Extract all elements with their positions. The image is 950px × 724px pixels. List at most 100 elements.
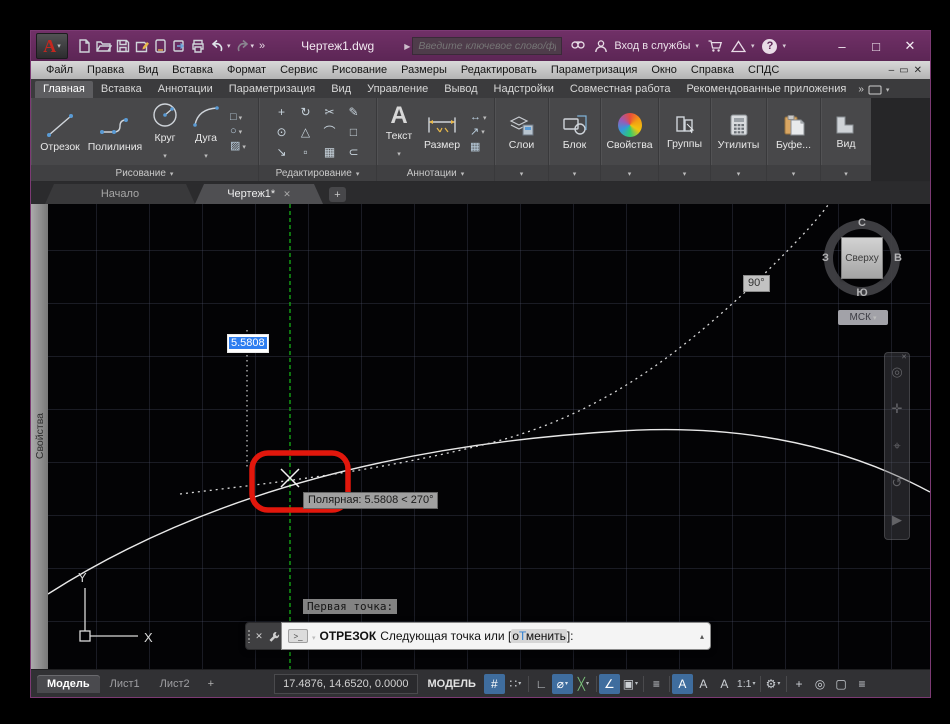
ribbon-tab-featured[interactable]: Рекомендованные приложения [679,81,855,98]
otrack-toggle[interactable]: ∠ [599,674,620,694]
array-button[interactable]: ▦ [324,145,335,159]
osnap-toggle[interactable]: ╳▾ [573,674,594,694]
command-input[interactable]: >_ ОТРЕЗОК Следующая точка или [оТменить… [281,622,711,650]
new-layout-button[interactable]: + [200,678,222,690]
mdi-minimize-button[interactable]: – [889,65,895,76]
circle-button[interactable]: Круг [145,101,185,163]
layout-tab-model[interactable]: Модель [37,675,100,693]
menu-modify[interactable]: Редактировать [454,64,544,76]
history-expand-icon[interactable]: ▴ [700,632,704,641]
ribbon-tab-parametric[interactable]: Параметризация [221,81,323,98]
panel-properties-caption[interactable] [601,165,658,181]
exchange-cart-icon[interactable] [707,39,723,53]
command-dropdown-icon[interactable] [312,629,316,643]
mdi-restore-button[interactable]: ▭ [899,65,908,76]
maximize-button[interactable]: □ [861,39,891,54]
clean-screen-button[interactable]: ▢ [831,674,852,694]
trim-button[interactable]: ✂ [324,105,334,119]
panel-annotation-caption[interactable]: Аннотации [377,165,494,181]
copy-button[interactable]: ⊙ [276,125,286,139]
signin-label[interactable]: Вход в службы [614,40,690,52]
annotation-monitor-toggle[interactable]: + [789,674,810,694]
selection-cycling-toggle[interactable]: ▣▾ [620,674,641,694]
hatch-button[interactable]: ▨ [230,139,246,152]
model-space-label[interactable]: МОДЕЛЬ [428,678,476,690]
ribbon-tab-home[interactable]: Главная [35,81,93,98]
viewcube-top-face[interactable]: Сверху [841,237,883,279]
viewcube-west[interactable]: З [822,252,829,264]
viewcube[interactable]: С Ю З В Сверху [822,218,902,298]
clipboard-button[interactable]: Буфе... [771,113,816,151]
ribbon-tab-output[interactable]: Вывод [436,81,485,98]
new-drawing-tab-button[interactable]: + [329,187,346,202]
help-dropdown-icon[interactable]: ▾ [782,42,786,50]
groups-button[interactable]: Группы [663,114,706,150]
save-button[interactable] [115,38,131,54]
fillet-button[interactable]: ⌒ [323,123,335,140]
arc-entity[interactable] [48,430,930,594]
block-button[interactable]: Блок [553,113,596,151]
panel-groups-caption[interactable] [659,165,710,181]
plot-mobile-button[interactable] [153,38,168,54]
undo-dropdown-icon[interactable]: ▾ [227,42,231,50]
open-file-button[interactable] [95,38,112,54]
panel-utilities-caption[interactable] [711,165,766,181]
properties-button[interactable]: Свойства [605,113,654,151]
wcs-menu[interactable]: МСК [838,310,888,325]
command-line-window[interactable]: ✕ >_ ОТРЕЗОК Следующая точка или [оТмени… [245,622,711,650]
text-dropdown-icon[interactable] [397,143,401,161]
line-button[interactable]: Отрезок [35,110,85,153]
qat-overflow-button[interactable]: » [259,40,265,52]
command-close-icon[interactable]: ✕ [255,631,263,642]
panel-clipboard-caption[interactable] [767,165,820,181]
showmotion-icon[interactable]: ▶ [892,512,902,528]
search-expand-icon[interactable]: ▶ [404,42,410,51]
transfer-button[interactable] [171,38,187,54]
panel-draw-caption[interactable]: Рисование [31,165,258,181]
annotation-scale-button[interactable]: 1:1▾ [735,674,758,694]
offset-button[interactable]: ⊂ [348,145,358,159]
ribbon-tab-annotate[interactable]: Аннотации [150,81,221,98]
circle-dropdown-icon[interactable] [163,145,167,163]
save-as-button[interactable] [134,38,150,54]
move-button[interactable]: + [278,105,285,119]
rotate-button[interactable]: ↻ [300,105,310,119]
utilities-button[interactable]: Утилиты [715,113,762,151]
layout-tab-layout2[interactable]: Лист2 [150,675,200,693]
viewcube-north[interactable]: С [858,217,866,229]
minimize-button[interactable]: – [827,39,857,54]
table-button[interactable]: ▦ [470,140,487,153]
ribbon-overflow-button[interactable]: » [858,84,889,98]
search-icon[interactable] [570,39,586,53]
undo-button[interactable] [210,39,226,53]
panel-modify-caption[interactable]: Редактирование [259,165,376,181]
linear-dim-button[interactable]: ↔ [470,111,487,123]
application-menu-button[interactable]: A [36,33,68,59]
help-icon[interactable]: ? [762,39,777,54]
layers-button[interactable]: Слои [499,113,544,151]
close-button[interactable]: ✕ [895,38,925,54]
ribbon-tab-manage[interactable]: Управление [359,81,436,98]
redo-dropdown-icon[interactable]: ▾ [251,42,255,50]
ribbon-tab-collaborate[interactable]: Совместная работа [562,81,679,98]
leader-button[interactable]: ↗ [470,125,487,138]
menu-tools[interactable]: Сервис [273,64,325,76]
navigation-bar[interactable]: ✕ ◎ ✛ ⌖ ↺ ▶ [884,352,910,540]
stretch-button[interactable]: ↘ [276,145,286,159]
grid-toggle[interactable]: # [484,674,505,694]
a360-icon[interactable] [731,40,746,53]
search-input[interactable] [412,37,562,55]
arc-dropdown-icon[interactable] [204,145,208,163]
scale-button[interactable]: ▫ [303,145,307,159]
panel-view-caption[interactable] [821,165,871,181]
file-tab-close-icon[interactable]: ✕ [283,189,291,200]
mirror-button[interactable]: △ [301,125,310,139]
command-option-cancel[interactable]: оТменить [511,629,567,643]
signin-dropdown-icon[interactable]: ▾ [695,42,699,50]
orbit-icon[interactable]: ↺ [892,475,903,491]
menu-spds[interactable]: СПДС [741,64,786,76]
rectangle-button[interactable]: □ [230,111,246,123]
menu-file[interactable]: Файл [39,64,80,76]
polyline-button[interactable]: Полилиния [87,110,143,153]
panel-block-caption[interactable] [549,165,600,181]
